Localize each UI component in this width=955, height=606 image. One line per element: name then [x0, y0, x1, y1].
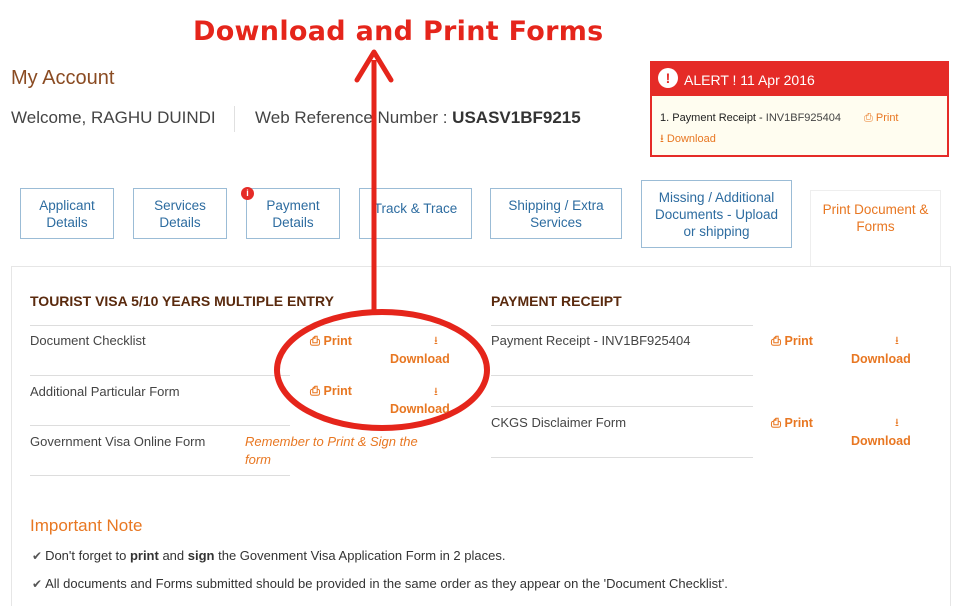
annotation-overlay: [274, 49, 490, 431]
annotation-circle: [274, 309, 490, 431]
